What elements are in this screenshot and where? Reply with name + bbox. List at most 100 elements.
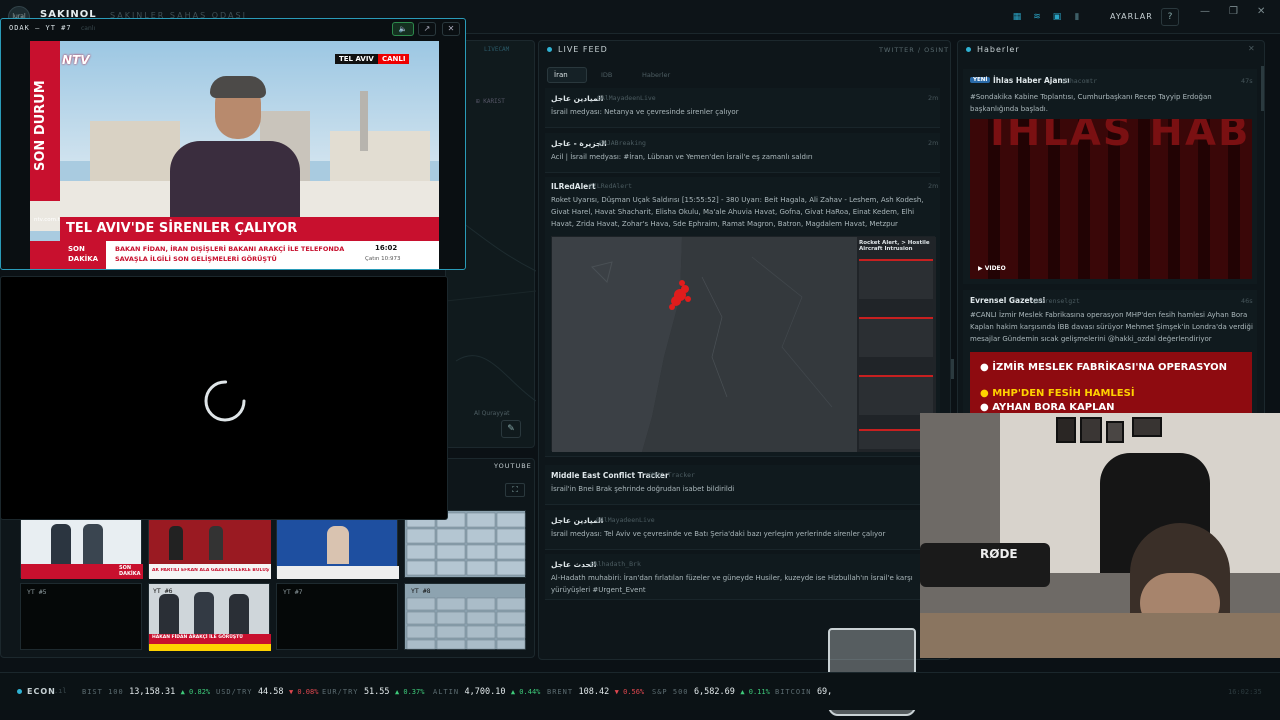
- yt-tile-4[interactable]: [404, 510, 526, 578]
- news-time: 46s: [1241, 297, 1253, 305]
- youtube-label: YOUTUBE: [494, 462, 532, 470]
- live-badge: CANLI: [378, 54, 410, 64]
- screen-icon[interactable]: ▣: [1052, 12, 1062, 22]
- feed-item[interactable]: Middle East Conflict Tracker @MEC_Tracke…: [545, 465, 940, 505]
- video-badge: ▶ VIDEO: [978, 265, 1006, 272]
- ntv-url: ntv.com.tr: [34, 217, 63, 223]
- expand-grid-button[interactable]: ⛶: [505, 483, 525, 497]
- news-text: #Sondakika Kabine Toplantısı, Cumhurbaşk…: [970, 93, 1212, 113]
- news-handle[interactable]: @evrenselgzt: [1033, 297, 1080, 305]
- yt-tile-caption: HAKAN FİDAN ARAKÇİ İLE GÖRÜŞTÜ: [152, 635, 243, 640]
- feed-text: Acil | İsrail medyası: #İran, Lübnan ve …: [551, 153, 813, 161]
- feed-time: 2m: [928, 182, 939, 190]
- sound-button[interactable]: 🔈: [392, 22, 414, 36]
- headline-banner: TEL AVIV'DE SİRENLER ÇALIYOR: [66, 221, 298, 236]
- news-badge: YENİ: [970, 77, 991, 83]
- close-video-button[interactable]: ✕: [442, 22, 460, 36]
- econ-label: ECON: [27, 687, 56, 696]
- econ-item-brent[interactable]: BRENT 108.42 ▼ 0.56%: [547, 687, 644, 697]
- map-layer-toggle[interactable]: ⊞ KARIST: [476, 98, 505, 105]
- webcam-overlay: RØDE: [920, 413, 1280, 658]
- feed-handle[interactable]: @Alhadath_Brk: [590, 560, 641, 568]
- feed-item[interactable]: الجزيرة - عاجل @AJABreaking 2m Acil | İs…: [545, 133, 940, 173]
- feed-status-dot: [547, 47, 552, 52]
- news-item[interactable]: YENİ İhlas Haber Ajansı @ihacomtr 47s #S…: [963, 69, 1257, 284]
- econ-item-bist[interactable]: BIST 100 13,158.31 ▲ 0.82%: [82, 687, 210, 697]
- feed-handle[interactable]: @MEC_Tracker: [648, 471, 695, 479]
- close-icon[interactable]: ✕: [1257, 6, 1265, 17]
- close-news-icon[interactable]: ✕: [1248, 44, 1255, 53]
- news-video-thumb[interactable]: İHLAS HABER ▶ VIDEO: [970, 119, 1252, 279]
- tab-haberler[interactable]: Haberler: [642, 71, 670, 79]
- feed-handle[interactable]: @AlMayadeenLive: [597, 94, 656, 102]
- maximize-icon[interactable]: ❐: [1229, 6, 1238, 17]
- feed-text: İsrail medyası: Netanya ve çevresinde si…: [551, 108, 739, 116]
- feed-text: İsrail'in Bnei Brak şehrinde doğrudan is…: [551, 485, 735, 493]
- econ-item-eur[interactable]: EUR/TRY 51.55 ▲ 0.37%: [322, 687, 424, 697]
- yt-tile-7[interactable]: YT #7: [276, 583, 398, 650]
- econ-bar: ECON .ıl BIST 100 13,158.31 ▲ 0.82% USD/…: [0, 672, 1280, 710]
- map-icon[interactable]: ▦: [1012, 12, 1022, 22]
- video-counter: Çatın 10:973: [365, 256, 401, 262]
- econ-item-sp500[interactable]: S&P 500 6,582.69 ▲ 0.11%: [652, 687, 770, 697]
- news-bullet: ● MHP'DEN FESİH HAMLESİ: [980, 388, 1135, 399]
- news-scrollbar[interactable]: [1261, 66, 1264, 111]
- feed-item[interactable]: الميادين عاجل @AlMayadeenLive İsrail med…: [545, 510, 940, 550]
- news-title: Haberler: [977, 45, 1020, 54]
- map-layer-livecam[interactable]: LIVECAM: [484, 46, 509, 53]
- focus-video-window[interactable]: ODAK — YT #7 canlı 🔈 ↗ ✕ SON DURUM NTV T…: [0, 18, 466, 270]
- focus-sub: canlı: [81, 25, 96, 32]
- help-button[interactable]: ?: [1161, 8, 1179, 26]
- news-handle[interactable]: @ihacomtr: [1062, 77, 1097, 85]
- feed-item[interactable]: الحدث عاجل @Alhadath_Brk Al-Hadath muhab…: [545, 554, 940, 600]
- yt-tile-caption: AK PARTİLİ EFKAN ALA GAZETECİLERLE BULUŞ…: [152, 568, 270, 573]
- rss-icon[interactable]: ≋: [1032, 12, 1042, 22]
- focus-header: ODAK — YT #7: [9, 24, 72, 32]
- secondary-player[interactable]: [0, 276, 448, 520]
- feed-handle[interactable]: @AJABreaking: [599, 139, 646, 147]
- video-clock: 16:02: [375, 244, 398, 252]
- news-author[interactable]: İhlas Haber Ajansı: [993, 76, 1070, 85]
- video-frame[interactable]: SON DURUM NTV TEL AVIV CANLI ntv.com.tr …: [30, 41, 439, 269]
- econ-chart-icon: .ıl: [54, 687, 67, 695]
- feed-scrollbar[interactable]: [951, 359, 954, 379]
- yt-tile-label: YT #7: [283, 588, 303, 596]
- ticker-label: SON DAKİKA: [68, 245, 99, 263]
- tab-idb[interactable]: IDB: [601, 71, 612, 79]
- settings-button[interactable]: AYARLAR: [1110, 12, 1153, 21]
- econ-item-altin[interactable]: ALTIN 4,700.10 ▲ 0.44%: [433, 687, 540, 697]
- popout-icon[interactable]: ↗: [418, 22, 436, 36]
- feed-text: İsrail medyası: Tel Aviv ve çevresinde v…: [551, 530, 886, 538]
- feed-author[interactable]: الميادين عاجل: [551, 94, 603, 103]
- tab-iran[interactable]: İran: [554, 71, 568, 79]
- econ-item-usd[interactable]: USD/TRY 44.58 ▼ 0.08%: [216, 687, 318, 697]
- side-label: SON DURUM: [33, 80, 48, 171]
- news-image[interactable]: ● İZMİR MESLEK FABRİKASI'NA OPERASYON ● …: [970, 352, 1252, 419]
- yt-tile-caption: SON DAKİKA: [119, 565, 141, 577]
- news-video-overlay: İHLAS HABER: [990, 119, 1252, 155]
- yt-tile-2[interactable]: AK PARTİLİ EFKAN ALA GAZETECİLERLE BULUŞ…: [148, 515, 271, 579]
- feed-text: Al-Hadath muhabiri: İran'dan fırlatılan …: [551, 574, 913, 594]
- yt-tile-6[interactable]: HAKAN FİDAN ARAKÇİ İLE GÖRÜŞTÜ YT #6: [148, 583, 271, 651]
- yt-tile-5[interactable]: YT #5: [20, 583, 142, 650]
- feed-source: TWITTER / OSINT: [879, 46, 950, 54]
- yt-tile-1[interactable]: SON DAKİKA: [20, 515, 143, 579]
- econ-item-bitcoin[interactable]: BITCOIN 69,: [775, 687, 832, 697]
- yt-tile-label: YT #6: [153, 587, 173, 595]
- edit-map-button[interactable]: ✎: [501, 420, 521, 438]
- feed-handle[interactable]: @AlMayadeenLive: [596, 516, 655, 524]
- news-panel: Haberler ✕ YENİ İhlas Haber Ajansı @ihac…: [957, 40, 1265, 420]
- feed-handle[interactable]: @ILRedAlert: [589, 182, 632, 190]
- minimize-icon[interactable]: —: [1200, 6, 1210, 17]
- feed-item[interactable]: الميادين عاجل @AlMayadeenLive 2m İsrail …: [545, 88, 940, 128]
- news-item[interactable]: Evrensel Gazetesi @evrenselgzt 46s #CANL…: [963, 290, 1257, 419]
- feed-embed-image[interactable]: Rocket Alert, > Hostile Aircraft Intrusi…: [551, 236, 936, 452]
- feed-title: LIVE FEED: [558, 45, 608, 54]
- yt-tile-label: YT #5: [27, 588, 47, 596]
- feed-item[interactable]: ILRedAlert @ILRedAlert 2m Roket Uyarısı,…: [545, 177, 940, 457]
- yt-tile-3[interactable]: [276, 515, 399, 579]
- news-bullet: ● AYHAN BORA KAPLAN: [980, 402, 1115, 413]
- yt-tile-8[interactable]: YT #8: [404, 583, 526, 650]
- chart-icon[interactable]: ▮: [1072, 12, 1082, 22]
- ticker-text: BAKAN FİDAN, İRAN DIŞİŞLERİ BAKANI ARAKÇ…: [115, 245, 345, 263]
